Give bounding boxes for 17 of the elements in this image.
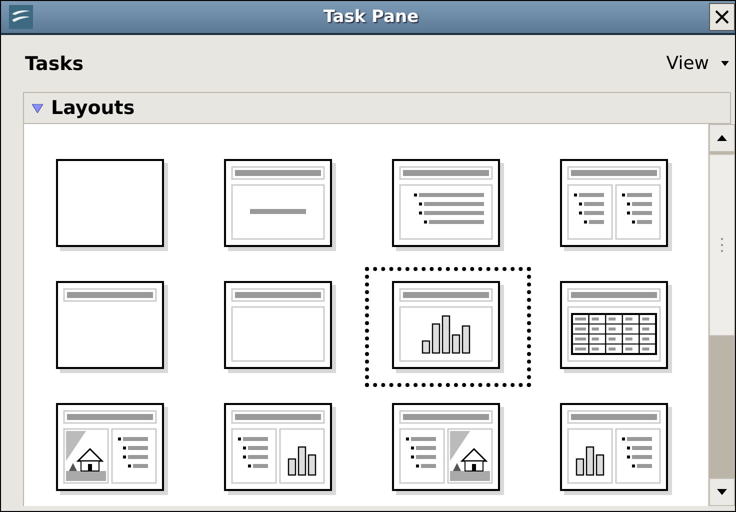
- expand-triangle-icon: [32, 104, 43, 112]
- layout-option[interactable]: [365, 267, 531, 387]
- close-button[interactable]: [709, 3, 735, 31]
- scrollbar-thumb[interactable]: [709, 154, 735, 336]
- down-arrow-icon: [717, 489, 727, 495]
- window-title: Task Pane: [322, 7, 420, 27]
- up-arrow-icon: [717, 135, 727, 141]
- scroll-up-button[interactable]: [709, 124, 735, 152]
- close-icon: [714, 9, 730, 25]
- app-icon: [9, 5, 33, 29]
- panel-title: Tasks: [25, 52, 84, 74]
- view-menu-button[interactable]: View: [666, 53, 735, 74]
- section-header[interactable]: Layouts: [23, 92, 731, 124]
- grip-icon: [720, 238, 724, 252]
- caret-icon: [721, 61, 729, 66]
- vertical-scrollbar[interactable]: [708, 124, 735, 506]
- scroll-down-button[interactable]: [709, 478, 735, 506]
